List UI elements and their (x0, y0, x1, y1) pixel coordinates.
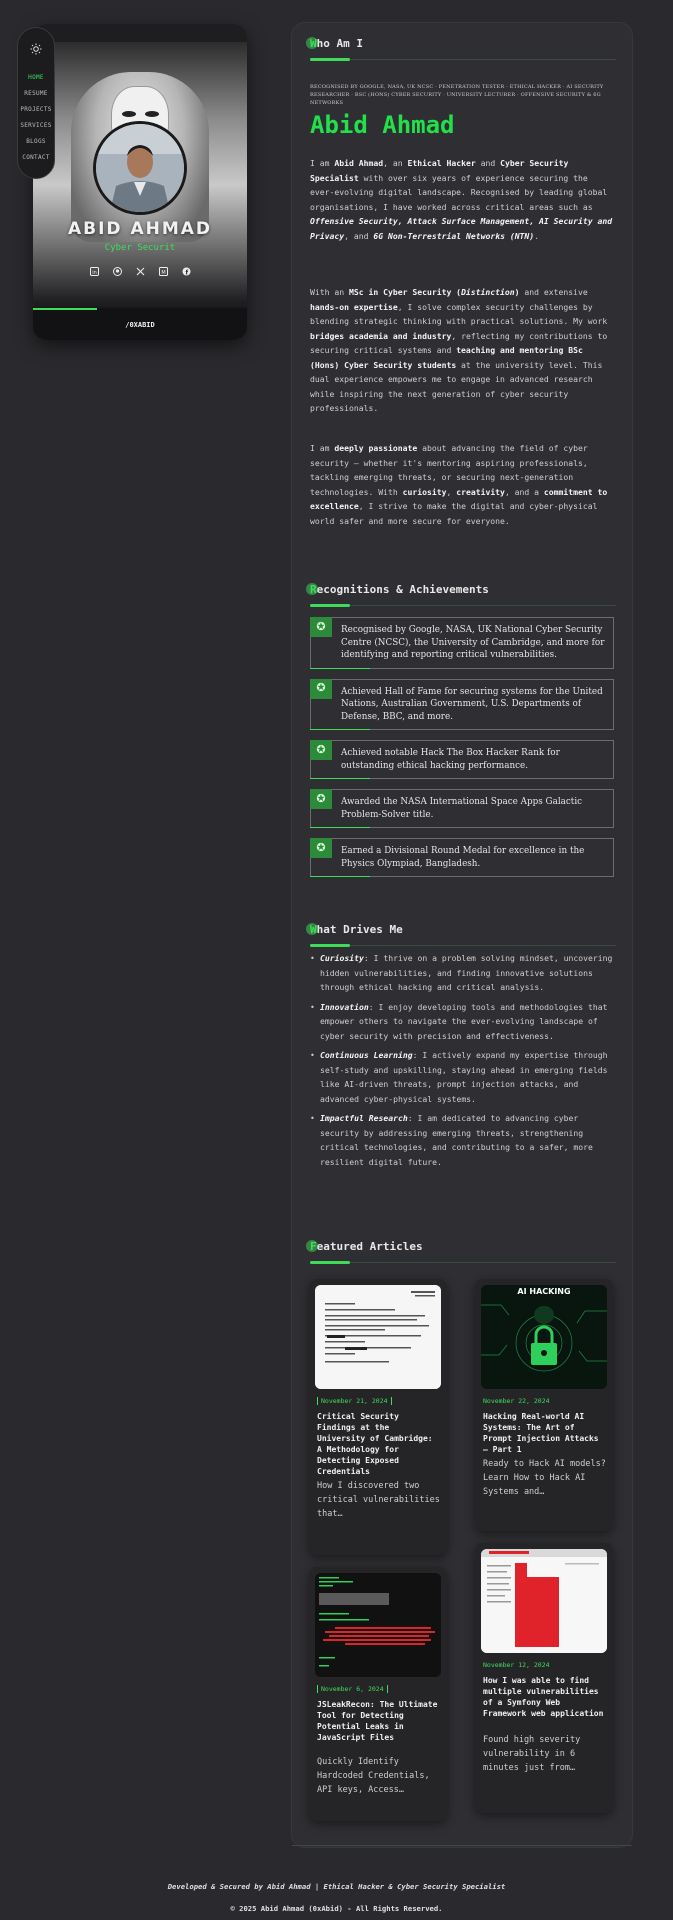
svg-text:in: in (92, 270, 97, 276)
recognitions-list: ✪ Recognised by Google, NASA, UK Nationa… (310, 617, 614, 887)
section-divider-accent (310, 58, 350, 61)
recognition-item: ✪ Recognised by Google, NASA, UK Nationa… (310, 617, 614, 669)
profile-card: ABID AHMAD Cyber Securit in M f /0XABID (33, 24, 247, 340)
page-title: Abid Ahmad (310, 111, 455, 139)
article-thumbnail (315, 1285, 441, 1389)
article-card[interactable]: November 21, 2024 Critical Security Find… (309, 1279, 447, 1555)
section-divider (310, 59, 616, 60)
section-divider-accent (310, 1261, 350, 1264)
facebook-icon[interactable]: f (182, 267, 191, 276)
footer-credit: Developed & Secured by Abid Ahmad | Ethi… (167, 1882, 506, 1891)
about-paragraph-2: With an MSc in Cyber Security (Distincti… (310, 287, 608, 413)
article-date: November 22, 2024 (483, 1397, 550, 1405)
x-icon[interactable] (136, 267, 145, 276)
card-accent-line (33, 308, 97, 310)
award-icon: ✪ (310, 617, 332, 637)
award-icon: ✪ (310, 789, 332, 809)
list-item: Impactful Research: I am dedicated to ad… (310, 1111, 616, 1169)
article-date: November 12, 2024 (483, 1661, 550, 1669)
recognition-item: ✪ Achieved notable Hack The Box Hacker R… (310, 740, 614, 779)
article-description: Quickly Identify Hardcoded Credentials, … (317, 1757, 430, 1795)
linkedin-icon[interactable]: in (89, 267, 99, 276)
footer-copyright: © 2025 Abid Ahmad (0xAbid) - All Rights … (230, 1904, 443, 1913)
article-title[interactable]: How I was able to find multiple vulnerab… (483, 1675, 607, 1719)
main-panel: Who Am I RECOGNISED BY GOOGLE, NASA, UK … (291, 22, 633, 1848)
recognition-item: ✪ Achieved Hall of Fame for securing sys… (310, 678, 614, 730)
svg-text:f: f (185, 269, 188, 276)
sun-icon-svg (30, 43, 42, 55)
section-divider-accent (310, 944, 350, 947)
article-card[interactable]: AI HACKING November 22, 2024 Hacking Rea… (475, 1279, 613, 1531)
section-divider (310, 605, 616, 606)
article-title[interactable]: Hacking Real-world AI Systems: The Art o… (483, 1411, 607, 1455)
nav-item-blogs[interactable]: BLOGS (18, 134, 54, 150)
article-thumbnail (481, 1549, 607, 1653)
article-date: November 6, 2024 (317, 1685, 388, 1693)
nav-item-home[interactable]: HOME (18, 70, 54, 86)
nav-item-contact[interactable]: CONTACT (18, 150, 54, 166)
profile-card-footer: /0XABID (33, 306, 247, 340)
drives-list: Curiosity: I thrive on a problem solving… (310, 951, 616, 1174)
article-thumbnail (315, 1573, 441, 1677)
nav-item-resume[interactable]: RESUME (18, 86, 54, 102)
avatar-photo (96, 124, 184, 212)
article-description: Ready to Hack AI models? Learn How to Ha… (483, 1459, 606, 1497)
article-description: Found high severity vulnerability in 6 m… (483, 1735, 581, 1773)
section-title-recognitions: Recognitions & Achievements (306, 583, 489, 596)
social-links: in M f (33, 267, 247, 276)
section-divider (310, 1262, 616, 1263)
award-icon: ✪ (310, 838, 332, 858)
section-title-what-drives-me: What Drives Me (306, 923, 403, 936)
article-description: How I discovered two critical vulnerabil… (317, 1481, 440, 1519)
side-nav: HOME RESUME PROJECTS SERVICES BLOGS CONT… (17, 27, 55, 179)
article-card[interactable]: November 12, 2024 How I was able to find… (475, 1543, 613, 1813)
section-divider-accent (310, 604, 350, 607)
section-divider (310, 945, 616, 946)
avatar (93, 121, 187, 215)
medium-icon[interactable]: M (158, 267, 168, 276)
profile-role: Cyber Securit (104, 243, 176, 253)
sun-icon[interactable] (23, 36, 49, 62)
svg-text:M: M (161, 270, 165, 276)
thumbnail-caption: AI HACKING (517, 1287, 571, 1296)
article-title[interactable]: Critical Security Findings at the Univer… (317, 1411, 441, 1477)
article-date: November 21, 2024 (317, 1397, 392, 1405)
panel-bottom-divider (292, 1845, 632, 1846)
list-item: Curiosity: I thrive on a problem solving… (310, 951, 616, 995)
article-card[interactable]: November 6, 2024 JSLeakRecon: The Ultima… (309, 1567, 447, 1821)
github-icon[interactable] (112, 267, 122, 276)
recognition-item: ✪ Earned a Divisional Round Medal for ex… (310, 838, 614, 877)
article-thumbnail: AI HACKING (481, 1285, 607, 1389)
headline-tags: RECOGNISED BY GOOGLE, NASA, UK NCSC · PE… (310, 84, 604, 106)
award-icon: ✪ (310, 740, 332, 760)
list-item: Innovation: I enjoy developing tools and… (310, 1000, 616, 1044)
profile-handle: /0XABID (125, 321, 155, 329)
profile-name: ABID AHMAD (67, 219, 213, 239)
nav-item-projects[interactable]: PROJECTS (18, 102, 54, 118)
section-title-featured-articles: Featured Articles (306, 1240, 423, 1253)
article-title[interactable]: JSLeakRecon: The Ultimate Tool for Detec… (317, 1699, 441, 1743)
award-icon: ✪ (310, 678, 332, 699)
list-item: Continuous Learning: I actively expand m… (310, 1048, 616, 1106)
recognition-item: ✪ Awarded the NASA International Space A… (310, 789, 614, 828)
nav-item-services[interactable]: SERVICES (18, 118, 54, 134)
about-paragraph-3: I am deeply passionate about advancing t… (310, 443, 608, 526)
about-paragraph-1: I am Abid Ahmad, an Ethical Hacker and C… (310, 158, 613, 241)
section-title-who-am-i: Who Am I (306, 37, 363, 50)
